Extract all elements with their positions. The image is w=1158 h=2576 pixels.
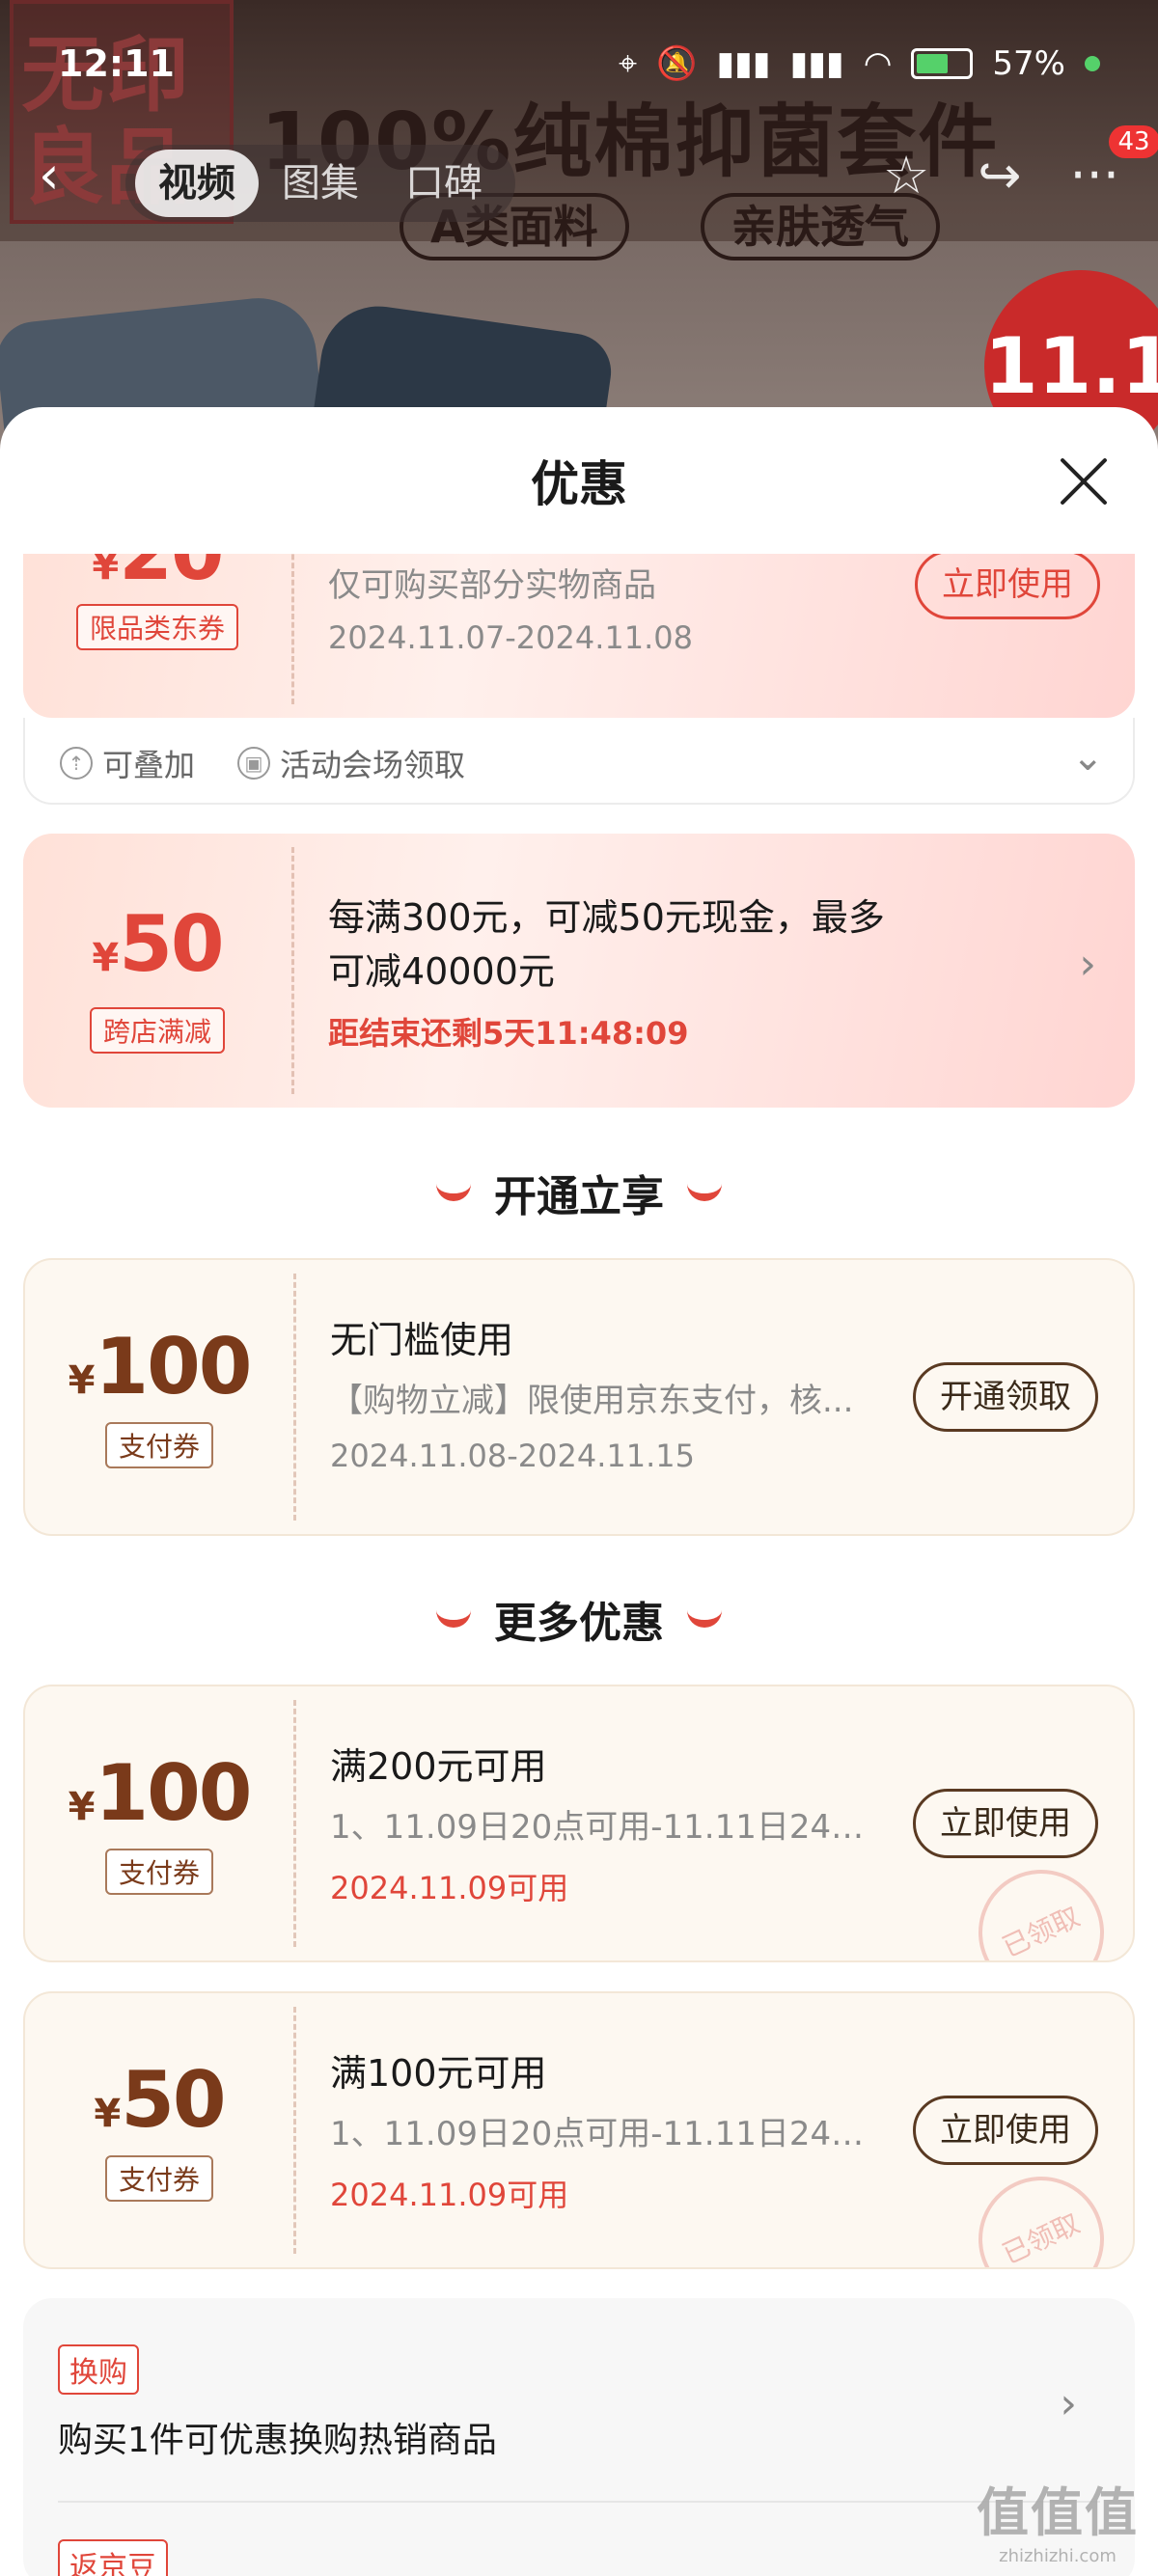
wifi-icon: ◠ xyxy=(863,44,893,83)
exchange-label: 换购 xyxy=(58,2344,139,2395)
coupon-title: 满100元可用 xyxy=(330,2052,547,2095)
coupon-card-jd: ¥20 限品类东券 仅可购买部分实物商品 2024.11.07-2024.11.… xyxy=(23,554,1135,718)
coupon-title-line2: 可减40000元 xyxy=(328,950,555,993)
coupon-amount: ¥50 xyxy=(94,2055,226,2145)
use-now-button[interactable]: 立即使用 xyxy=(915,554,1100,619)
promo-panel: 换购 购买1件可优惠换购热销商品 › 返京豆 xyxy=(23,2298,1135,2576)
section-header-more: 更多优惠 xyxy=(0,1588,1158,1650)
coupon-divider xyxy=(293,1700,296,1947)
battery-percent: 57% xyxy=(992,44,1065,83)
smile-deco-icon xyxy=(687,1610,722,1628)
coupon-title-line1: 每满300元，可减50元现金，最多 xyxy=(328,896,885,939)
coupon-desc: 1、11.09日20点可用-11.11日24点... xyxy=(330,2115,870,2153)
favorite-star-icon[interactable]: ☆ xyxy=(883,145,929,206)
coupon-divider xyxy=(291,554,294,704)
coupon-divider xyxy=(291,847,294,1094)
coupon-date: 2024.11.08-2024.11.15 xyxy=(330,1438,695,1474)
tab-gallery[interactable]: 图集 xyxy=(259,150,382,217)
signal-icon-2: ▮▮▮ xyxy=(789,44,844,83)
source-tag: ▣ 活动会场领取 xyxy=(237,741,465,785)
coupon-desc: 1、11.09日20点可用-11.11日24点... xyxy=(330,1808,870,1847)
status-time: 12:11 xyxy=(58,42,175,85)
watermark-logo: 值值值 xyxy=(977,2482,1139,2543)
coupon-card-pay-vip: ¥100 支付券 无门槛使用 【购物立减】限使用京东支付，核... 2024.1… xyxy=(23,1258,1135,1536)
claimed-stamp: 已领取 xyxy=(957,2155,1125,2267)
coupon-card-pay-100: ¥50 支付券 满100元可用 1、11.09日20点可用-11.11日24点.… xyxy=(23,1991,1135,2269)
coupon-type-chip: 限品类东券 xyxy=(23,604,291,650)
mute-icon: 🔕 xyxy=(656,44,698,83)
discount-sheet: 优惠 ¥20 限品类东券 仅可购买部分实物商品 2024.11.07-2024.… xyxy=(0,407,1158,2576)
status-icons: ⌖ 🔕 ▮▮▮ ▮▮▮ ◠ 57% xyxy=(619,44,1100,83)
share-icon[interactable]: ↪ xyxy=(978,145,1021,206)
tab-video[interactable]: 视频 xyxy=(135,150,259,217)
coupon-type-chip: 支付券 xyxy=(25,1849,293,1895)
stack-icon: ⇡ xyxy=(60,747,93,780)
product-nav: ‹ 视频 图集 口碑 ☆ ↪ ··· 43 xyxy=(0,125,1158,232)
coupon-amount: ¥50 xyxy=(92,899,224,989)
chevron-right-icon[interactable]: › xyxy=(1060,2379,1077,2428)
coupon-divider xyxy=(293,1274,296,1521)
coupon-type-chip: 支付券 xyxy=(25,2155,293,2202)
stackable-label: 可叠加 xyxy=(102,747,196,783)
watermark-url: zhizhizhi.com xyxy=(999,2546,1117,2566)
coupon-meta-row: ⇡ 可叠加 ▣ 活动会场领取 ⌄ xyxy=(23,718,1135,805)
coupon-desc: 仅可购买部分实物商品 xyxy=(328,566,656,605)
coupon-date: 2024.11.07-2024.11.08 xyxy=(328,619,693,656)
signal-icon: ▮▮▮ xyxy=(716,44,771,83)
coupon-amount: ¥100 xyxy=(68,1322,253,1411)
activate-claim-button[interactable]: 开通领取 xyxy=(913,1362,1098,1432)
coupon-amount: ¥20 xyxy=(92,554,224,597)
location-icon: ⌖ xyxy=(618,44,638,83)
panel-divider xyxy=(58,2501,1100,2503)
coupon-type-chip: 跨店满减 xyxy=(23,1007,291,1054)
coupon-type-chip: 支付券 xyxy=(25,1422,293,1468)
claimed-stamp: 已领取 xyxy=(957,1849,1125,1960)
sheet-scroll-content[interactable]: ¥20 限品类东券 仅可购买部分实物商品 2024.11.07-2024.11.… xyxy=(0,554,1158,2576)
battery-icon xyxy=(911,48,974,79)
back-icon[interactable]: ‹ xyxy=(39,145,60,206)
site-watermark: 值值值 zhizhizhi.com xyxy=(977,2470,1139,2566)
more-icon[interactable]: ··· 43 xyxy=(1070,125,1158,206)
coupon-desc: 【购物立减】限使用京东支付，核... xyxy=(330,1382,854,1420)
section-header-open: 开通立享 xyxy=(0,1162,1158,1223)
nav-actions: ☆ ↪ ··· 43 xyxy=(883,125,1158,206)
coupon-card-cross-store[interactable]: ¥50 跨店满减 每满300元，可减50元现金，最多 可减40000元 距结束还… xyxy=(23,834,1135,1108)
smile-deco-icon xyxy=(436,1610,471,1628)
source-label: 活动会场领取 xyxy=(280,747,466,783)
media-tabs: 视频 图集 口碑 xyxy=(125,145,515,222)
message-count-badge: 43 xyxy=(1108,125,1158,158)
stackable-tag: ⇡ 可叠加 xyxy=(60,741,195,785)
sheet-title: 优惠 xyxy=(531,456,627,512)
coupon-card-pay-200: ¥100 支付券 满200元可用 1、11.09日20点可用-11.11日24点… xyxy=(23,1685,1135,1962)
close-icon[interactable] xyxy=(1058,455,1110,507)
coupon-date: 2024.11.09可用 xyxy=(330,1870,569,1906)
use-now-button[interactable]: 立即使用 xyxy=(913,2096,1098,2165)
coupon-divider xyxy=(293,2007,296,2254)
smile-deco-icon xyxy=(436,1184,471,1201)
exchange-text[interactable]: 购买1件可优惠换购热销商品 xyxy=(58,2412,497,2462)
status-bar: 12:11 ⌖ 🔕 ▮▮▮ ▮▮▮ ◠ 57% xyxy=(0,39,1158,96)
chevron-down-icon[interactable]: ⌄ xyxy=(1071,735,1104,780)
coupon-amount: ¥100 xyxy=(68,1748,253,1838)
chevron-right-icon[interactable]: › xyxy=(1079,940,1096,989)
ticket-icon: ▣ xyxy=(237,747,270,780)
indicator-dot-icon xyxy=(1085,56,1100,71)
coupon-title: 满200元可用 xyxy=(330,1745,547,1788)
tab-reviews[interactable]: 口碑 xyxy=(382,150,506,217)
coupon-title: 无门槛使用 xyxy=(330,1319,514,1361)
jingdou-label: 返京豆 xyxy=(58,2539,168,2576)
smile-deco-icon xyxy=(687,1184,722,1201)
use-now-button[interactable]: 立即使用 xyxy=(913,1789,1098,1858)
coupon-date: 2024.11.09可用 xyxy=(330,2177,569,2213)
countdown-text: 距结束还剩5天11:48:09 xyxy=(328,1015,689,1052)
